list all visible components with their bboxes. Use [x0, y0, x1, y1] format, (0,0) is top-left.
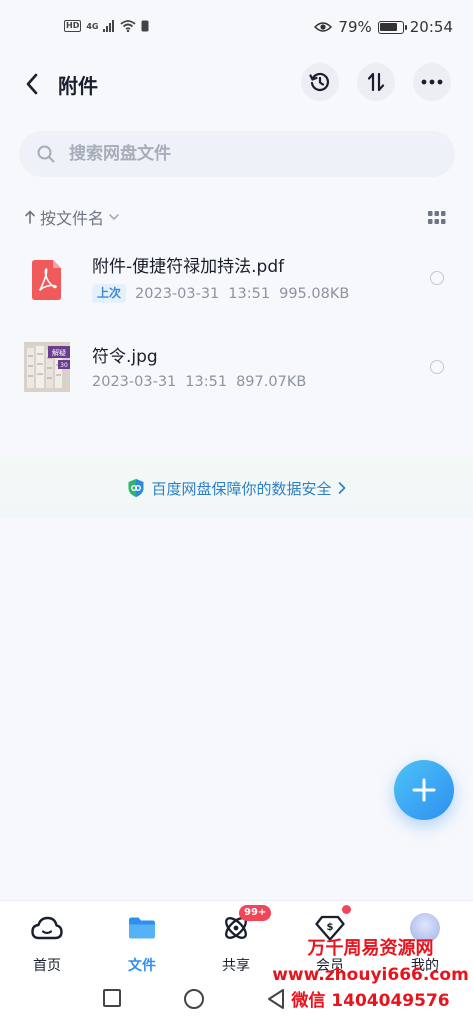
sort-arrows-icon [367, 72, 385, 92]
share-orbit-icon: 99+ [219, 905, 272, 945]
share-badge: 99+ [239, 905, 272, 921]
nav-label: 文件 [128, 958, 156, 974]
last-opened-tag: 上次 [92, 284, 127, 303]
sort-by-name-button[interactable]: 按文件名 [24, 205, 120, 229]
shield-icon [128, 479, 144, 497]
thumb-label-2: 30 [60, 362, 68, 369]
chevron-down-icon [109, 214, 119, 220]
watermark-line-1: 万千周易资源网 [307, 938, 434, 959]
chevron-right-icon [338, 482, 345, 494]
sort-row: 按文件名 [24, 205, 450, 233]
select-checkbox[interactable] [430, 360, 444, 374]
plus-icon [412, 778, 436, 802]
home-cloud-icon [30, 911, 64, 945]
arrow-up-icon [25, 210, 35, 224]
watermark-line-3: 微信 1404049576 [291, 991, 450, 1011]
file-date: 2023-03-31 [135, 285, 220, 302]
sort-button[interactable] [357, 63, 395, 101]
nav-label: 首页 [33, 958, 61, 974]
signal-icon [103, 20, 115, 32]
file-date: 2023-03-31 [92, 374, 177, 390]
nav-label: 共享 [222, 958, 250, 974]
file-time: 13:51 [228, 285, 271, 302]
file-size: 897.07KB [236, 374, 307, 390]
home-circle-icon[interactable] [183, 988, 205, 1010]
status-bar: HD 4G 79% 20:54 [0, 0, 473, 58]
file-size: 995.08KB [279, 285, 350, 302]
security-text: 百度网盘保障你的数据安全 [151, 479, 332, 498]
status-right: 79% 20:54 [314, 18, 453, 36]
header: 附件 [0, 58, 473, 110]
eye-icon [314, 22, 333, 32]
back-button[interactable] [16, 66, 48, 102]
file-time: 13:51 [185, 374, 228, 390]
file-meta: 上次 2023-03-31 13:51 995.08KB [92, 284, 349, 303]
file-name: 符令.jpg [92, 347, 158, 367]
battery-percent: 79% [338, 18, 372, 36]
select-checkbox[interactable] [430, 271, 444, 285]
nav-item-home[interactable]: 首页 [12, 907, 82, 975]
search-icon [37, 145, 55, 163]
sort-label: 按文件名 [40, 209, 105, 228]
battery-fill [380, 23, 397, 31]
sim-icon [141, 20, 149, 32]
svg-text:$: $ [327, 922, 334, 933]
battery-icon [377, 20, 407, 34]
image-thumbnail: 解疑 30 [24, 342, 70, 392]
history-icon [309, 72, 329, 92]
folder-icon [125, 911, 159, 945]
more-dots-icon [421, 79, 443, 85]
search-box[interactable] [19, 131, 455, 177]
wifi-icon [120, 20, 137, 32]
grid-view-icon[interactable] [428, 211, 446, 225]
security-banner[interactable]: 百度网盘保障你的数据安全 [0, 458, 473, 518]
history-button[interactable] [301, 63, 339, 101]
network-type: 4G [86, 21, 99, 31]
recent-apps-icon[interactable] [102, 988, 122, 1008]
watermark: 万千周易资源网 www.zhouyi666.com 微信 1404049576 [268, 936, 473, 1014]
list-item-jpg[interactable]: 解疑 30 符令.jpg 2023-03-31 13:51 897.07KB [0, 330, 473, 412]
hd-indicator: HD [64, 20, 82, 32]
more-button[interactable] [413, 63, 451, 101]
nav-item-share[interactable]: 99+ 共享 [201, 905, 272, 975]
chevron-left-icon [26, 73, 38, 95]
search-input[interactable] [67, 143, 411, 165]
file-name: 附件-便捷符禄加持法.pdf [92, 257, 285, 277]
file-meta: 2023-03-31 13:51 897.07KB [92, 374, 306, 390]
clock: 20:54 [409, 18, 453, 36]
pdf-icon [32, 260, 61, 300]
add-button[interactable] [394, 760, 454, 820]
status-left: HD 4G [64, 20, 149, 32]
nav-item-files[interactable]: 文件 [107, 907, 177, 975]
list-item-pdf[interactable]: 附件-便捷符禄加持法.pdf 上次 2023-03-31 13:51 995.0… [0, 240, 473, 322]
vip-red-dot [342, 905, 351, 914]
watermark-line-2: www.zhouyi666.com [272, 965, 469, 985]
page-title: 附件 [58, 74, 98, 98]
thumb-label-1: 解疑 [52, 348, 66, 357]
